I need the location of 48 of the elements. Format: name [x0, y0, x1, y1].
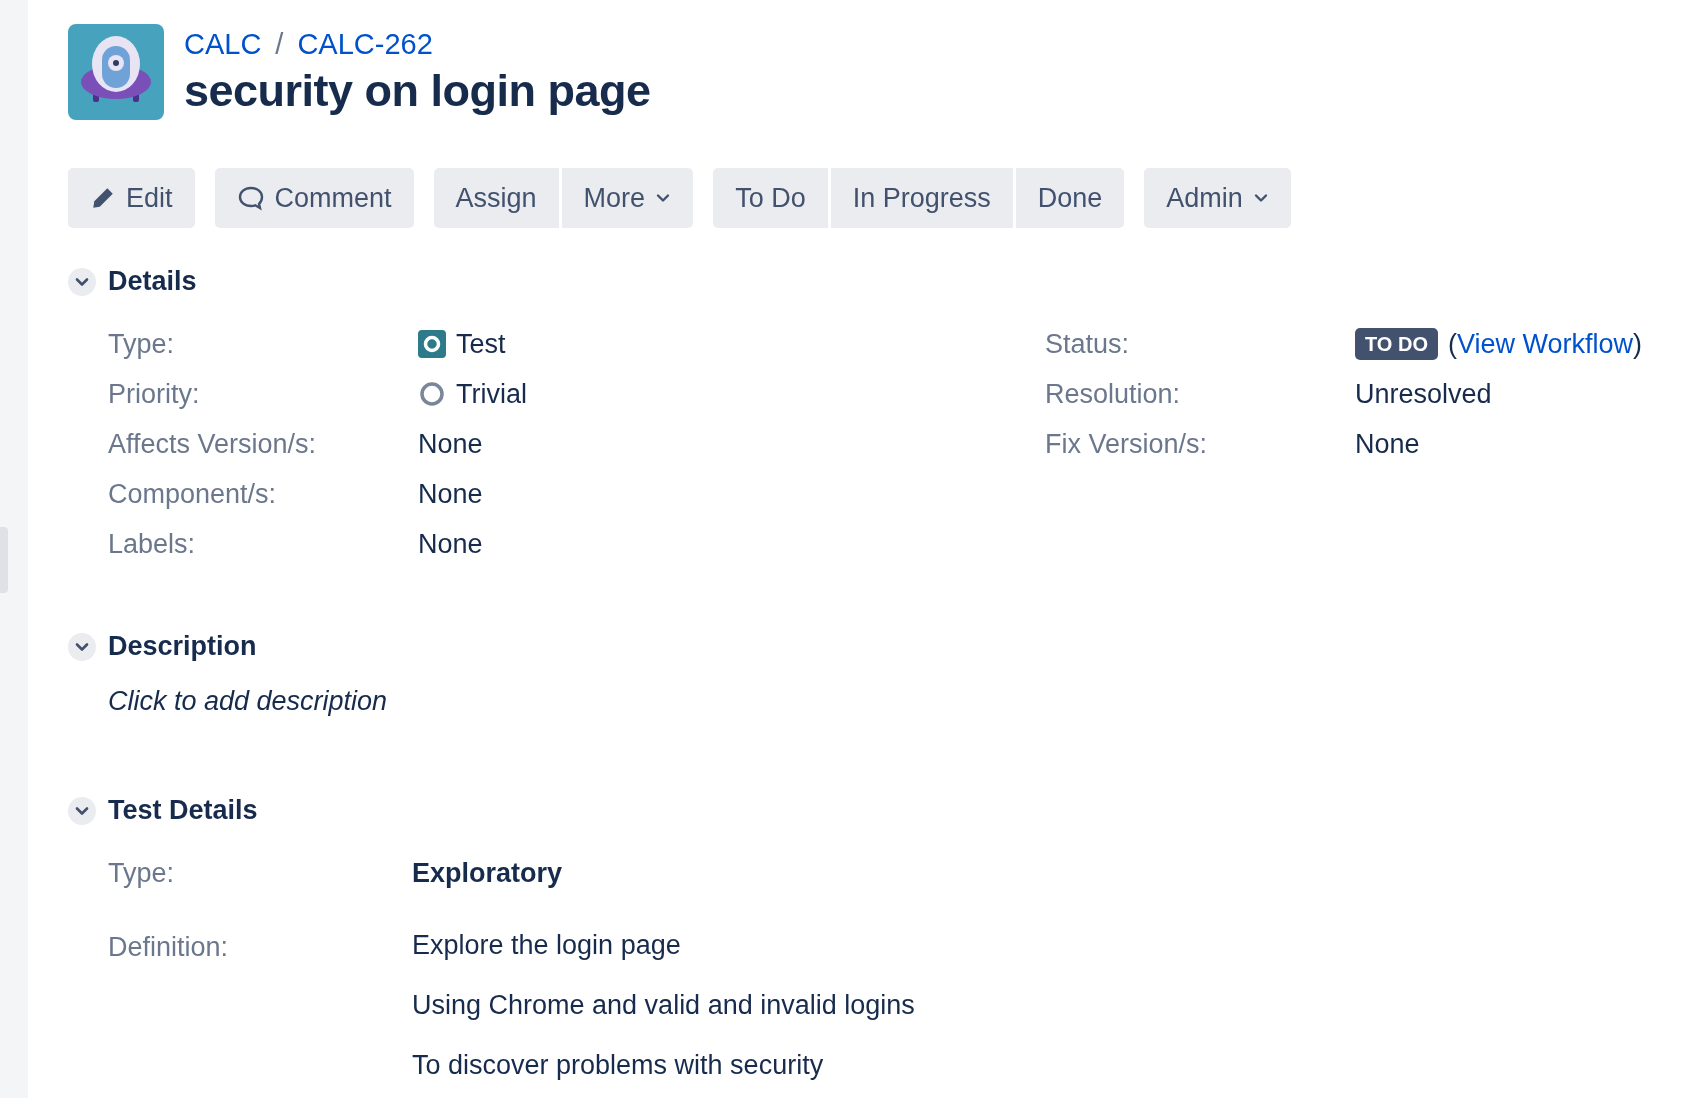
breadcrumb-separator: /	[275, 28, 284, 61]
toolbar-button[interactable]: In Progress	[830, 168, 1013, 228]
ring-icon	[418, 380, 446, 408]
issue-key-link[interactable]: CALC-262	[297, 28, 433, 61]
pencil-icon	[90, 185, 116, 211]
section-heading: Test Details	[108, 795, 258, 826]
field-label: Component/s:	[108, 478, 278, 511]
field-label: Fix Version/s:	[1045, 428, 1209, 461]
field-label: Type:	[108, 328, 176, 361]
toolbar-button[interactable]: Edit	[68, 168, 195, 228]
project-link[interactable]: CALC	[184, 28, 262, 61]
parenthesis: )	[1633, 328, 1643, 361]
field-label: Type:	[108, 857, 176, 890]
toolbar-button[interactable]: Done	[1015, 168, 1125, 228]
speech-bubble-icon	[236, 185, 265, 211]
test-type-icon	[418, 330, 446, 358]
definition-line: Using Chrome and valid and invalid logins	[412, 989, 916, 1022]
parenthesis: (	[1447, 328, 1457, 361]
field-value: Test	[456, 328, 506, 361]
field-value: Trivial	[456, 378, 527, 411]
field-value: None	[1355, 428, 1421, 461]
toolbar-button[interactable]: Comment	[214, 168, 414, 228]
field-label: Priority:	[108, 378, 201, 411]
field-label: Definition:	[108, 931, 230, 964]
section-heading: Details	[108, 266, 197, 297]
field-value: None	[418, 478, 484, 511]
section-heading: Description	[108, 631, 257, 662]
toolbar-button[interactable]: Assign	[433, 168, 559, 228]
field-label: Affects Version/s:	[108, 428, 318, 461]
field-value: None	[418, 428, 484, 461]
status-lozenge: TO DO	[1355, 328, 1438, 360]
collapse-toggle[interactable]	[68, 267, 96, 296]
field-value: None	[418, 528, 484, 561]
field-label: Status:	[1045, 328, 1131, 361]
definition-line: Explore the login page	[412, 929, 682, 962]
dropdown-button[interactable]: Admin	[1144, 168, 1291, 228]
toolbar-button[interactable]: To Do	[713, 168, 828, 228]
field-value: Unresolved	[1355, 378, 1493, 411]
field-value: Exploratory	[412, 857, 564, 890]
add-description-link[interactable]: Click to add description	[108, 686, 388, 717]
definition-line: To discover problems with security	[412, 1049, 825, 1082]
collapse-toggle[interactable]	[68, 796, 96, 825]
field-label: Resolution:	[1045, 378, 1182, 411]
dropdown-button[interactable]: More	[561, 168, 694, 228]
view-workflow-link[interactable]: View Workflow	[1456, 319, 1634, 369]
field-label: Labels:	[108, 528, 197, 561]
collapse-toggle[interactable]	[68, 632, 96, 661]
issue-title: security on login page	[184, 65, 651, 117]
